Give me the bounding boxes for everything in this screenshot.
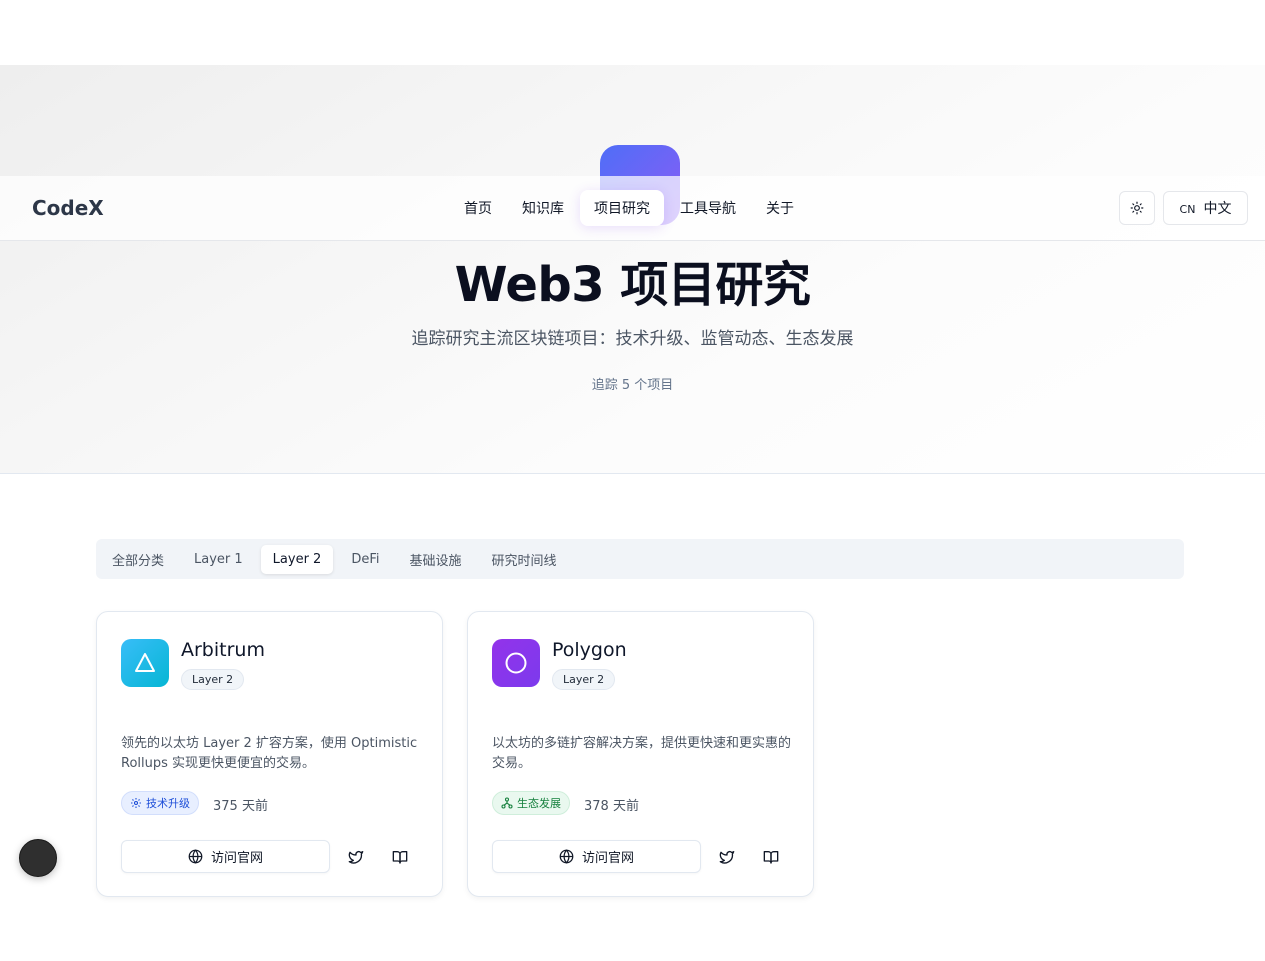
network-icon xyxy=(501,797,513,809)
category-badge: Layer 2 xyxy=(552,669,616,690)
book-icon xyxy=(763,851,779,864)
nav-link-tools[interactable]: 工具导航 xyxy=(666,190,750,226)
status-badge: 生态发展 xyxy=(492,791,570,815)
tab-timeline[interactable]: 研究时间线 xyxy=(480,543,569,576)
project-logo xyxy=(121,639,169,687)
nav-link-home[interactable]: 首页 xyxy=(450,190,506,226)
project-logo xyxy=(492,639,540,687)
tab-layer1[interactable]: Layer 1 xyxy=(182,545,255,574)
visit-website-button[interactable]: 访问官网 xyxy=(492,840,701,873)
sun-icon xyxy=(1130,201,1144,215)
category-badge: Layer 2 xyxy=(181,669,245,690)
twitter-icon xyxy=(348,851,364,864)
nav-link-about[interactable]: 关于 xyxy=(752,190,808,226)
hero-section: Web3 项目研究 追踪研究主流区块链项目：技术升级、监管动态、生态发展 追踪 … xyxy=(0,65,1265,474)
visit-website-label: 访问官网 xyxy=(210,851,263,866)
floating-action-button[interactable] xyxy=(19,839,57,877)
book-icon xyxy=(392,851,408,864)
status-badge: 技术升级 xyxy=(121,791,199,815)
tab-all[interactable]: 全部分类 xyxy=(100,543,176,576)
gear-icon xyxy=(131,798,141,808)
project-name: Polygon xyxy=(552,639,627,661)
project-count: 追踪 5 个项目 xyxy=(591,378,674,393)
visit-website-button[interactable]: 访问官网 xyxy=(121,840,330,873)
tab-infrastructure[interactable]: 基础设施 xyxy=(397,543,473,576)
project-name: Arbitrum xyxy=(181,639,265,661)
project-description: 领先的以太坊 Layer 2 扩容方案，使用 Optimistic Rollup… xyxy=(121,736,418,771)
project-card-polygon[interactable]: Polygon Layer 2 以太坊的多链扩容解决方案，提供更快速和更实惠的交… xyxy=(467,611,814,897)
theme-toggle-button[interactable] xyxy=(1119,191,1155,225)
project-description: 以太坊的多链扩容解决方案，提供更快速和更实惠的交易。 xyxy=(492,736,792,771)
navbar: CodeX 首页 知识库 项目研究 工具导航 关于 CN 中文 xyxy=(0,176,1265,241)
docs-button[interactable] xyxy=(386,843,414,871)
globe-icon xyxy=(188,849,203,864)
nav-link-knowledge[interactable]: 知识库 xyxy=(508,190,578,226)
docs-button[interactable] xyxy=(757,843,785,871)
category-tabs: 全部分类 Layer 1 Layer 2 DeFi 基础设施 研究时间线 xyxy=(96,539,1184,579)
updated-time: 375 天前 xyxy=(213,799,268,814)
triangle-icon xyxy=(135,653,155,672)
language-code: CN xyxy=(1179,202,1196,216)
language-label: 中文 xyxy=(1203,201,1232,217)
nav-link-projects[interactable]: 项目研究 xyxy=(580,190,664,226)
status-label: 生态发展 xyxy=(517,797,561,810)
globe-icon xyxy=(559,849,574,864)
tab-layer2[interactable]: Layer 2 xyxy=(260,544,334,574)
project-card-arbitrum[interactable]: Arbitrum Layer 2 领先的以太坊 Layer 2 扩容方案，使用 … xyxy=(96,611,443,897)
page-subtitle: 追踪研究主流区块链项目：技术升级、监管动态、生态发展 xyxy=(411,329,854,349)
twitter-button[interactable] xyxy=(342,843,370,871)
tab-defi[interactable]: DeFi xyxy=(339,545,391,574)
status-label: 技术升级 xyxy=(146,797,190,810)
page: Web3 项目研究 追踪研究主流区块链项目：技术升级、监管动态、生态发展 追踪 … xyxy=(0,0,1265,961)
twitter-button[interactable] xyxy=(713,843,741,871)
language-switch-button[interactable]: CN 中文 xyxy=(1163,191,1248,225)
main-nav: 首页 知识库 项目研究 工具导航 关于 xyxy=(450,188,810,228)
brand-logo[interactable]: CodeX xyxy=(32,196,104,220)
twitter-icon xyxy=(719,851,735,864)
page-title: Web3 项目研究 xyxy=(454,257,811,313)
visit-website-label: 访问官网 xyxy=(581,851,634,866)
updated-time: 378 天前 xyxy=(584,799,639,814)
circle-icon xyxy=(505,652,527,674)
